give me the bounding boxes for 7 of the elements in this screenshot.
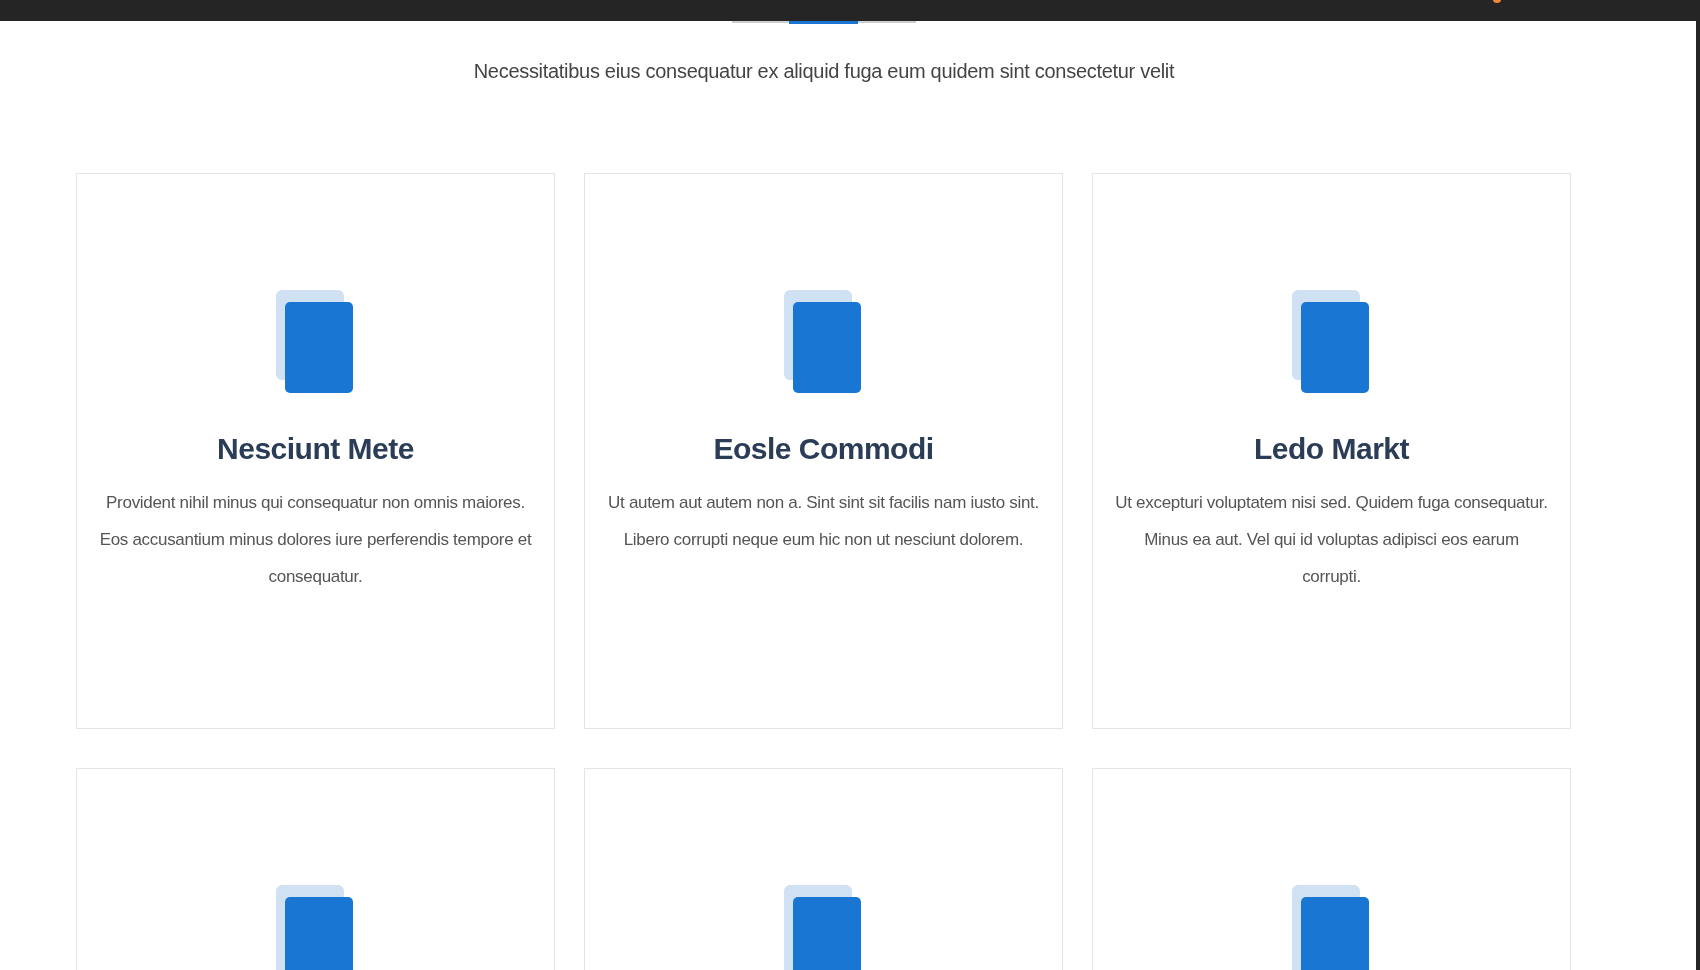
card-description: Ut autem aut autem non a. Sint sint sit facilis nam iusto sint. Libero corrupti neque eum hic non ut nesciunt dolorem. — [607, 492, 1040, 551]
card-title: Nesciunt Mete — [217, 432, 414, 466]
card-description: Provident nihil minus qui consequatur non omnis maiores. Eos accusantium minus dolores iure perferendis tempore et consequatur. — [99, 492, 532, 588]
section-subtitle: Necessitatibus eius consequatur ex aliquid fuga eum quidem sint consectetur velit — [472, 60, 1176, 83]
card-description: Ut excepturi voluptatem nisi sed. Quidem fuga consequatur. Minus ea aut. Vel qui id voluptas adipisci eos earum corrupti. — [1115, 492, 1548, 588]
card-title: Eosle Commodi — [713, 432, 934, 466]
card-title: Ledo Markt — [1254, 432, 1409, 466]
